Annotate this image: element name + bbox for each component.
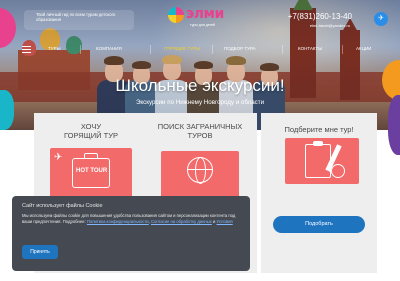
cookie-text: Мы используем файлы cookie для повышения…	[22, 213, 242, 224]
cookie-link-and: и	[213, 218, 216, 224]
clipboard-illustration	[285, 138, 359, 184]
nav-item-promotions[interactable]: Акции	[356, 46, 371, 51]
nav-item-hot-tours[interactable]: Горящие туры	[164, 46, 200, 51]
nav-divider	[80, 45, 81, 54]
nav-item-company[interactable]: Компания	[96, 46, 122, 51]
cookie-more-label: Подробнее:	[62, 218, 86, 224]
cookie-banner: Сайт использует файлы Cookie Мы использу…	[12, 196, 250, 271]
nav-divider	[282, 45, 283, 54]
nav-item-contacts[interactable]: Контакты	[298, 46, 322, 51]
pick-tour-button[interactable]: Подобрать	[273, 216, 365, 233]
plane-icon: ✈	[54, 152, 63, 163]
top-bar: Твой личный гид по всем турам детского о…	[0, 0, 400, 36]
logo-tagline: туры для детей	[190, 23, 216, 27]
data-consent-link[interactable]: Согласие на обработку данных	[151, 219, 212, 224]
cookie-title: Сайт использует файлы Cookie	[22, 203, 103, 209]
menu-icon[interactable]	[22, 46, 31, 53]
accept-cookies-button[interactable]: Принять	[22, 245, 58, 259]
card-heading: Подберите мне тур!	[284, 125, 354, 134]
globe-illustration	[161, 151, 239, 199]
logo-wordmark: элми	[186, 6, 224, 22]
search-tagline: Твой личный гид по всем турам детского о…	[36, 12, 116, 22]
phone-number[interactable]: +7(831)260-13-40	[288, 12, 352, 21]
terms-link[interactable]: Условия	[217, 219, 233, 224]
hot-tour-illustration: ✈ HOT TOUR	[50, 148, 132, 200]
globe-icon	[187, 157, 213, 184]
stamp-icon	[331, 164, 345, 178]
hot-tour-label: HOT TOUR	[76, 168, 108, 174]
privacy-policy-link[interactable]: Политика конфиденциальности	[87, 219, 149, 224]
main-nav: Туры Компания Горящие туры Подбор тура К…	[0, 42, 400, 58]
clipboard-icon	[305, 141, 331, 178]
telegram-icon[interactable]: ✈	[374, 12, 388, 26]
nav-item-tour-selection[interactable]: Подбор тура	[224, 46, 256, 51]
nav-divider	[342, 45, 343, 54]
nav-divider	[212, 45, 213, 54]
hero-subtitle: Экскурсии по Нижнему Новгороду и области	[135, 99, 265, 106]
nav-divider	[150, 45, 151, 54]
card-heading: ХОЧУ ГОРЯЩИЙ ТУР	[64, 122, 118, 140]
email-link[interactable]: elmi-travel@yandex.ru	[310, 23, 350, 28]
nav-item-tours[interactable]: Туры	[48, 46, 61, 51]
hero-title: Школьные экскурсии!	[115, 76, 285, 95]
cookie-link-separator: ,	[148, 218, 150, 224]
card-pick-tour: Подберите мне тур! Подобрать	[261, 113, 377, 273]
card-heading: ПОИСК ЗАГРАНИЧНЫХ ТУРОВ	[157, 122, 243, 140]
rainbow-logo-icon	[168, 7, 184, 23]
decor-blob	[0, 90, 14, 130]
site-logo[interactable]: элми туры для детей	[168, 4, 228, 32]
